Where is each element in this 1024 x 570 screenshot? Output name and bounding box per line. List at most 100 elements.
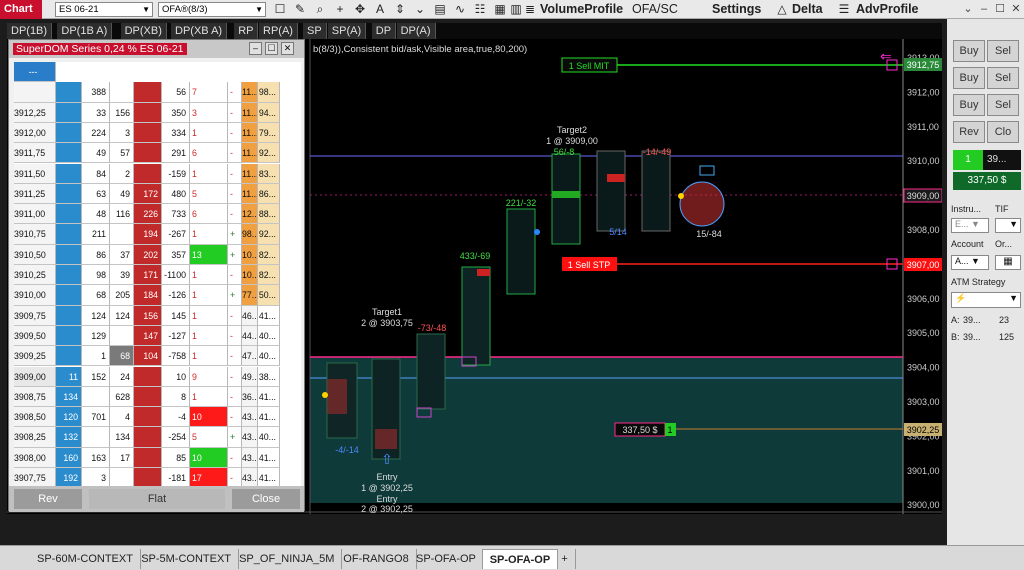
dom-cell[interactable] xyxy=(134,163,162,184)
dom-cell[interactable]: -127 xyxy=(162,325,190,347)
dom-cell[interactable]: -1100 xyxy=(162,265,190,286)
dom-cell[interactable]: -254 xyxy=(162,427,190,448)
minimize-icon[interactable]: – xyxy=(249,42,262,55)
chart-tab[interactable]: SP_OF_NINJA_5M xyxy=(232,549,343,569)
dom-row[interactable]: 3910,50 86 37 202 357 13 +10... 82... xyxy=(14,244,301,265)
dom-cell[interactable] xyxy=(56,285,82,306)
dom-cell[interactable]: 36... xyxy=(242,386,258,408)
dom-row[interactable]: 3908,00 160 163 17 85 10-43... 41... xyxy=(14,447,301,468)
dom-cell[interactable]: 84 xyxy=(82,163,110,184)
dom-cell[interactable] xyxy=(56,183,82,205)
dom-cell[interactable]: 48 xyxy=(82,204,110,225)
move-icon[interactable]: ✥ xyxy=(352,1,368,17)
dom-cell[interactable]: 11... xyxy=(242,143,258,164)
dom-cell[interactable]: 63 xyxy=(82,183,110,205)
delta-button[interactable]: Delta xyxy=(792,2,823,17)
close-icon[interactable]: ✕ xyxy=(1008,0,1024,19)
dom-cell[interactable]: -126 xyxy=(162,285,190,306)
dom-cell[interactable]: 104 xyxy=(134,346,162,367)
close-button[interactable]: Close xyxy=(232,489,300,509)
dom-cell[interactable]: 40... xyxy=(258,325,280,347)
buy-button[interactable]: Buy xyxy=(953,94,985,116)
close-position-button[interactable]: Clo xyxy=(987,121,1019,143)
dom-cell[interactable]: 1 xyxy=(190,325,228,347)
dom-cell[interactable]: 211 xyxy=(82,224,110,245)
dom-cell[interactable]: 49 xyxy=(82,143,110,164)
dom-cell[interactable] xyxy=(134,407,162,428)
maximize-icon[interactable]: ☐ xyxy=(992,0,1008,19)
dom-cell[interactable]: 156 xyxy=(110,102,134,123)
dom-cell[interactable]: 3912,00 xyxy=(14,122,56,144)
dom-cell[interactable]: 3911,25 xyxy=(14,183,56,205)
dom-cell[interactable]: 3909,25 xyxy=(14,346,56,367)
dom-cell[interactable]: 43... xyxy=(242,447,258,468)
dom-cell[interactable]: 480 xyxy=(162,183,190,205)
dom-cell[interactable]: 147 xyxy=(134,325,162,347)
dom-cell[interactable]: 6 xyxy=(190,143,228,164)
dom-cell[interactable]: - xyxy=(228,386,242,408)
dom-cell[interactable]: -4 xyxy=(162,407,190,428)
dom-cell[interactable]: 3910,50 xyxy=(14,244,56,265)
dom-cell[interactable]: --- xyxy=(14,62,56,83)
crosshair-icon[interactable]: + xyxy=(332,1,348,17)
dom-cell[interactable] xyxy=(134,143,162,164)
indicator-tab[interactable]: SP xyxy=(303,23,327,39)
dom-row[interactable]: 3908,50 120 701 4 -4 10-43... 41... xyxy=(14,407,301,428)
dom-cell[interactable]: 6 xyxy=(190,204,228,225)
dom-cell[interactable]: - xyxy=(228,447,242,468)
dom-cell[interactable] xyxy=(14,82,56,103)
dom-cell[interactable]: 11... xyxy=(242,82,258,103)
maximize-icon[interactable]: ☐ xyxy=(265,42,278,55)
dom-cell[interactable]: - xyxy=(228,265,242,286)
dom-cell[interactable]: 40... xyxy=(258,346,280,367)
dom-cell[interactable]: 39 xyxy=(110,265,134,286)
dom-cell[interactable]: 13 xyxy=(190,244,228,265)
dom-row[interactable]: 3909,75 124 124 156 145 1-46... 41... xyxy=(14,305,301,326)
dom-cell[interactable]: 1 xyxy=(190,163,228,184)
dom-cell[interactable]: 41... xyxy=(258,386,280,408)
volume-profile-button[interactable]: VolumeProfile xyxy=(540,2,623,17)
ofa-sc-button[interactable]: OFA/SC xyxy=(632,2,678,17)
volume-profile-icon[interactable]: ≣ xyxy=(522,1,538,17)
dom-cell[interactable]: 3908,00 xyxy=(14,447,56,468)
dom-cell[interactable]: 7 xyxy=(190,82,228,103)
dom-cell[interactable] xyxy=(134,366,162,387)
indicator-tab[interactable]: DP(XB A) xyxy=(171,23,228,39)
template-select[interactable]: OFA®(8/3) ▼ xyxy=(158,2,266,17)
dom-cell[interactable]: 43... xyxy=(242,427,258,448)
dom-cell[interactable]: 11... xyxy=(242,102,258,123)
dom-cell[interactable]: 98... xyxy=(258,82,280,103)
app-title[interactable]: Chart xyxy=(0,0,42,19)
dom-cell[interactable]: 10... xyxy=(242,265,258,286)
dom-cell[interactable]: - xyxy=(228,204,242,225)
dom-cell[interactable]: - xyxy=(228,366,242,387)
dom-cell[interactable]: -267 xyxy=(162,224,190,245)
dom-cell[interactable] xyxy=(134,82,162,103)
dom-row[interactable]: 3908,25 132 134 -254 5 +43... 40... xyxy=(14,427,301,448)
text-icon[interactable]: A xyxy=(372,1,388,17)
dom-cell[interactable]: -758 xyxy=(162,346,190,367)
sell-button[interactable]: Sel xyxy=(987,94,1019,116)
line-chart-icon[interactable]: ∿ xyxy=(452,1,468,17)
dom-cell[interactable] xyxy=(56,305,82,326)
properties-icon[interactable]: ☷ xyxy=(472,1,488,17)
chart-tab[interactable]: SP-OFA-OP xyxy=(409,549,484,569)
settings-button[interactable]: Settings xyxy=(712,2,761,17)
dom-cell[interactable]: 50... xyxy=(258,285,280,306)
dom-row[interactable]: 3908,75 134 628 8 1-36... 41... xyxy=(14,386,301,408)
dom-cell[interactable]: 57 xyxy=(110,143,134,164)
dom-cell[interactable]: 334 xyxy=(162,122,190,144)
dom-cell[interactable]: 3908,25 xyxy=(14,427,56,448)
dom-cell[interactable] xyxy=(56,265,82,286)
dom-row[interactable]: 388 56 7-11... 98... xyxy=(14,82,301,103)
dom-cell[interactable]: 85 xyxy=(162,447,190,468)
indicator-tab[interactable]: DP(XB) xyxy=(120,23,167,39)
dom-cell[interactable]: 49 xyxy=(110,183,134,205)
dom-row[interactable]: 3909,00 11 152 24 10 9-49... 38... xyxy=(14,366,301,387)
footprint-bar-5[interactable] xyxy=(506,208,536,295)
dom-cell[interactable]: 82... xyxy=(258,244,280,265)
dom-cell[interactable]: 10 xyxy=(190,447,228,468)
indicator-tab[interactable]: DP(1B) xyxy=(7,23,53,39)
dom-cell[interactable]: 628 xyxy=(110,386,134,408)
dom-cell[interactable]: 1 xyxy=(82,346,110,367)
